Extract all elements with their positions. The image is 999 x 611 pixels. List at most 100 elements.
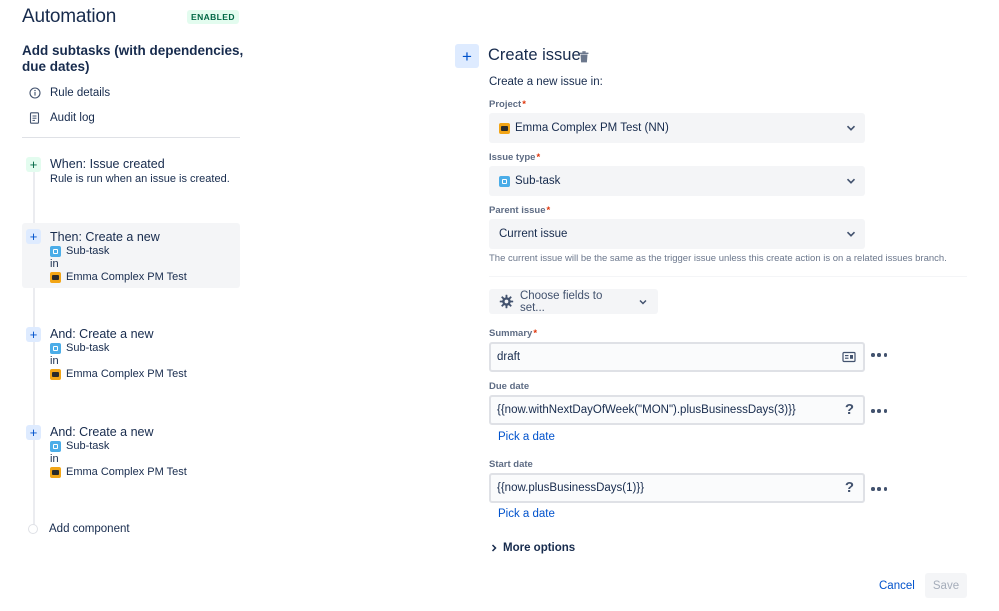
choose-fields-button[interactable]: Choose fields to set... [489, 289, 658, 314]
sidebar-divider [22, 137, 240, 138]
help-icon[interactable]: ? [845, 478, 854, 498]
project-icon [50, 467, 61, 478]
step-description: Rule is run when an issue is created. [50, 173, 230, 185]
step-title: And: Create a new [50, 425, 154, 439]
more-options-toggle[interactable]: More options [489, 542, 575, 554]
cancel-button[interactable]: Cancel [872, 573, 922, 598]
step-connector: in [50, 258, 59, 270]
required-mark: * [522, 99, 526, 110]
project-select-value: Emma Complex PM Test (NN) [515, 122, 669, 134]
plus-icon: + [455, 44, 479, 68]
due-date-more-icon[interactable] [871, 406, 887, 416]
required-mark: * [536, 152, 541, 163]
issue-type-label: Sub-task [66, 245, 110, 257]
subtask-icon [50, 246, 61, 257]
status-badge: ENABLED [187, 10, 239, 24]
step-issue-type: Sub-task [50, 245, 234, 258]
project-icon [50, 369, 61, 380]
project-label: Emma Complex PM Test [66, 271, 187, 283]
due-date-input-value: {{now.withNextDayOfWeek("MON").plusBusin… [497, 404, 796, 416]
step-title: And: Create a new [50, 327, 154, 341]
issue-type-label: Sub-task [66, 342, 110, 354]
project-icon [50, 272, 61, 283]
panel-divider [489, 276, 967, 277]
chevron-right-icon [491, 544, 497, 552]
step-issue-type: Sub-task [50, 440, 234, 453]
action-step-3[interactable]: + And: Create a new Sub-task in Emma Com… [22, 420, 240, 483]
start-date-input[interactable]: {{now.plusBusinessDays(1)}} ? [489, 473, 865, 503]
choose-fields-label: Choose fields to set... [519, 289, 603, 314]
rule-details-link[interactable]: Rule details [28, 86, 110, 99]
step-issue-type: Sub-task [50, 342, 234, 355]
step-connector: in [50, 355, 59, 367]
due-date-pick-link[interactable]: Pick a date [498, 431, 555, 443]
plus-icon: + [26, 157, 41, 172]
rule-name: Add subtasks (with dependencies, due dat… [22, 43, 244, 74]
subtask-icon [499, 175, 510, 187]
add-component-label: Add component [49, 523, 130, 535]
due-date-input[interactable]: {{now.withNextDayOfWeek("MON").plusBusin… [489, 395, 865, 425]
issue-type-select-value: Sub-task [515, 175, 561, 187]
step-title: Then: Create a new [50, 230, 160, 244]
page-title: Automation [22, 6, 117, 27]
summary-label-text: Summary [489, 328, 533, 339]
summary-input-value: draft [497, 351, 521, 363]
project-icon [499, 122, 510, 134]
smart-value-icon[interactable] [842, 350, 856, 364]
start-date-more-icon[interactable] [871, 484, 887, 494]
action-step-2[interactable]: + And: Create a new Sub-task in Emma Com… [22, 322, 240, 385]
rule-details-label: Rule details [50, 86, 111, 99]
parent-issue-label-text: Parent issue [489, 205, 546, 216]
plus-icon: + [26, 229, 41, 244]
subtask-icon [50, 441, 61, 452]
info-icon [28, 86, 41, 99]
audit-log-link[interactable]: Audit log [28, 111, 95, 124]
help-icon[interactable]: ? [845, 400, 854, 420]
add-component-button[interactable]: Add component [28, 523, 130, 535]
start-date-field-label: Start date [489, 459, 533, 470]
document-icon [28, 111, 41, 124]
parent-issue-select[interactable]: Current issue [489, 219, 865, 249]
start-date-input-value: {{now.plusBusinessDays(1)}} [497, 482, 645, 494]
parent-issue-helper-text: The current issue will be the same as th… [489, 253, 947, 264]
project-select[interactable]: Emma Complex PM Test (NN) [489, 113, 865, 143]
subtask-icon [50, 343, 61, 354]
step-project: Emma Complex PM Test [50, 368, 234, 381]
parent-issue-field-label: Parent issue* [489, 205, 550, 216]
save-button[interactable]: Save [925, 573, 967, 598]
project-label: Emma Complex PM Test [66, 466, 187, 478]
panel-title: Create issue [488, 46, 581, 64]
plus-icon: + [26, 425, 41, 440]
more-options-label: More options [503, 542, 576, 554]
create-in-text: Create a new issue in: [489, 76, 603, 88]
plus-icon: + [26, 327, 41, 342]
chevron-down-icon [846, 231, 856, 237]
required-mark: * [533, 328, 538, 339]
summary-more-icon[interactable] [871, 350, 887, 360]
project-label: Emma Complex PM Test [66, 368, 187, 380]
chevron-down-icon [639, 299, 647, 305]
issue-type-select[interactable]: Sub-task [489, 166, 865, 196]
step-title: When: Issue created [50, 157, 165, 171]
project-label-text: Project [489, 99, 522, 110]
due-date-field-label: Due date [489, 381, 529, 392]
project-field-label: Project* [489, 99, 526, 110]
step-project: Emma Complex PM Test [50, 271, 234, 284]
step-project: Emma Complex PM Test [50, 466, 234, 479]
audit-log-label: Audit log [50, 111, 95, 124]
required-mark: * [546, 205, 551, 216]
chevron-down-icon [846, 125, 856, 131]
trigger-step[interactable]: + When: Issue created Rule is run when a… [22, 152, 240, 191]
trash-icon[interactable] [579, 50, 589, 63]
start-date-label-text: Start date [489, 459, 533, 470]
action-step-1[interactable]: + Then: Create a new Sub-task in Emma Co… [22, 223, 240, 288]
issue-type-label-text: Issue type [489, 152, 536, 163]
chevron-down-icon [846, 178, 856, 184]
summary-field-label: Summary* [489, 328, 537, 339]
parent-issue-select-value: Current issue [499, 228, 568, 240]
due-date-label-text: Due date [489, 381, 530, 392]
start-date-pick-link[interactable]: Pick a date [498, 508, 555, 520]
summary-input[interactable]: draft [489, 342, 865, 372]
gear-icon [499, 294, 514, 309]
add-component-dot-icon [28, 524, 38, 534]
